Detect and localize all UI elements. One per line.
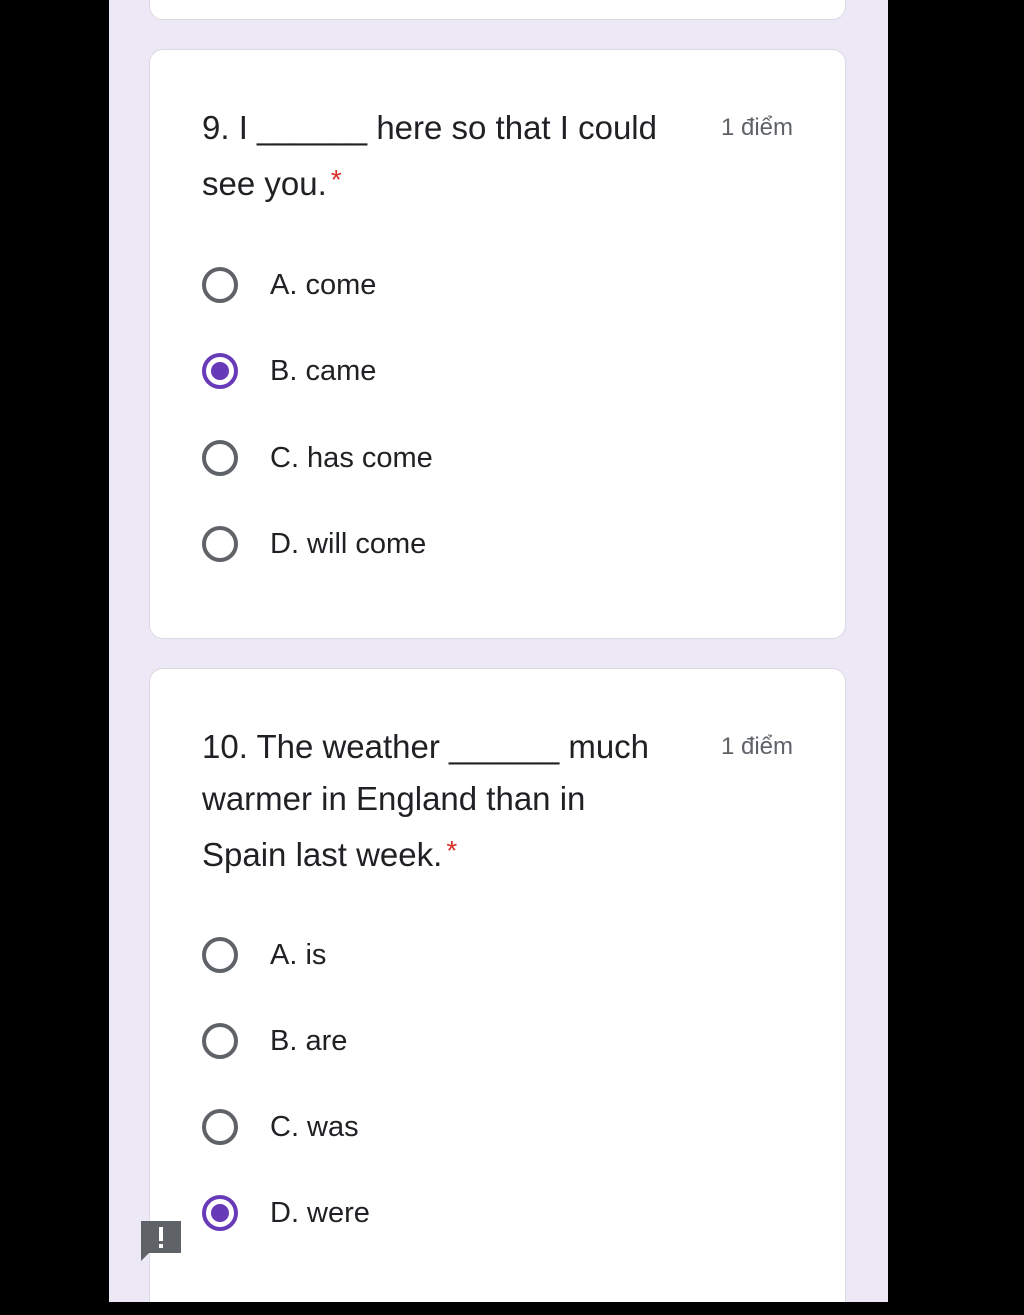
- points-label: 1 điểm: [720, 114, 793, 141]
- option-label: A. is: [270, 938, 327, 971]
- question-title-line-2: warmer in England than in: [202, 780, 586, 817]
- option-b[interactable]: B. came: [202, 347, 376, 395]
- radio-button-selected[interactable]: [202, 1195, 238, 1231]
- previous-question-card: [149, 0, 846, 20]
- question-title: 10. The weather ______ much warmer in En…: [202, 721, 682, 881]
- radio-button[interactable]: [202, 440, 238, 476]
- radio-button-selected[interactable]: [202, 353, 238, 389]
- option-c[interactable]: C. was: [202, 1103, 359, 1151]
- option-label: D. will come: [270, 527, 427, 560]
- question-card-9: 9. I ______ here so that I could see you…: [149, 49, 846, 639]
- option-b[interactable]: B. are: [202, 1017, 347, 1065]
- option-label: C. was: [270, 1110, 359, 1143]
- report-problem-icon[interactable]: [139, 1219, 183, 1263]
- required-asterisk: *: [330, 164, 342, 195]
- option-d[interactable]: D. were: [202, 1189, 370, 1237]
- points-label: 1 điểm: [720, 733, 793, 760]
- question-title-line-1: 9. I ______ here so that I could: [202, 109, 657, 146]
- radio-button[interactable]: [202, 1023, 238, 1059]
- option-d[interactable]: D. will come: [202, 520, 426, 568]
- option-c[interactable]: C. has come: [202, 434, 433, 482]
- question-card-10: 10. The weather ______ much warmer in En…: [149, 668, 846, 1302]
- option-label: B. came: [270, 354, 377, 387]
- option-label: B. are: [270, 1024, 348, 1057]
- required-asterisk: *: [446, 835, 458, 866]
- form-page: 9. I ______ here so that I could see you…: [109, 0, 888, 1302]
- option-label: A. come: [270, 268, 377, 301]
- question-title-line-3: Spain last week. *: [202, 835, 458, 873]
- option-label: C. has come: [270, 441, 433, 474]
- radio-button[interactable]: [202, 526, 238, 562]
- option-a[interactable]: A. come: [202, 261, 376, 309]
- question-title: 9. I ______ here so that I could see you…: [202, 102, 682, 210]
- radio-button[interactable]: [202, 1109, 238, 1145]
- question-title-line-1: 10. The weather ______ much: [202, 728, 650, 765]
- radio-button[interactable]: [202, 937, 238, 973]
- option-a[interactable]: A. is: [202, 931, 326, 979]
- option-label: D. were: [270, 1196, 370, 1229]
- radio-button[interactable]: [202, 267, 238, 303]
- question-title-line-2: see you. *: [202, 164, 342, 202]
